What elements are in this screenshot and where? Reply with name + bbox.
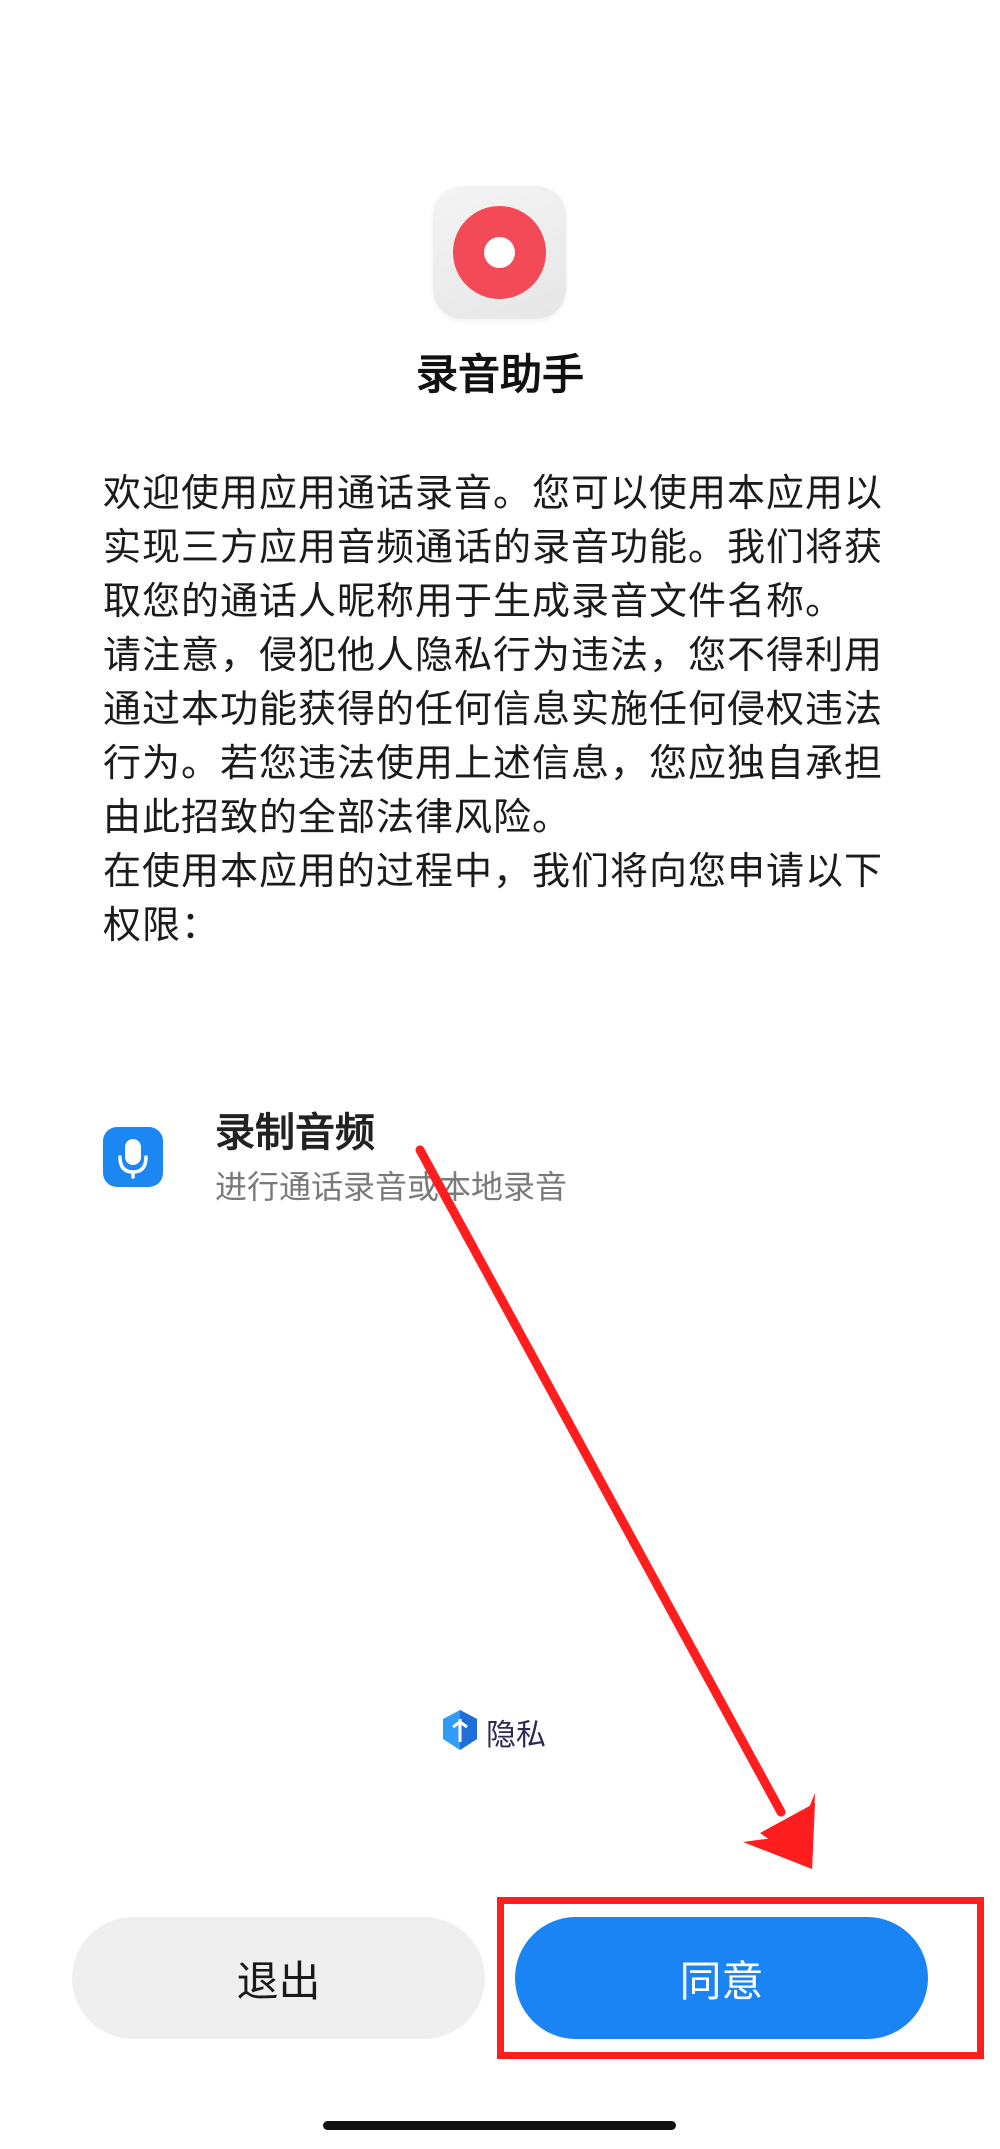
annotation-arrow <box>415 1145 815 1869</box>
home-indicator[interactable] <box>323 2121 676 2130</box>
